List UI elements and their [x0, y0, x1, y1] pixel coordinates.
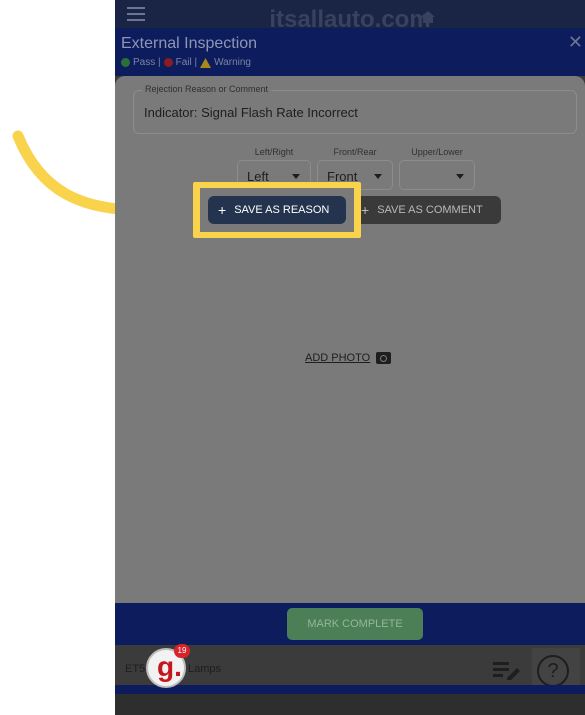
inspection-panel: Rejection Reason or Comment Indicator: S…: [115, 76, 585, 603]
footer-bar: MARK COMPLETE: [115, 603, 585, 645]
left-right-label: Left/Right: [254, 147, 294, 157]
notification-count-badge: 19: [174, 644, 190, 658]
chevron-down-icon: [456, 174, 464, 179]
plus-icon: +: [361, 202, 370, 218]
legend-warning: Warning: [214, 57, 251, 68]
chat-widget[interactable]: g. 19: [146, 644, 190, 688]
home-icon[interactable]: [421, 11, 435, 23]
list-edit-icon[interactable]: [493, 660, 521, 680]
bottom-dark-strip: [115, 694, 585, 715]
mark-complete-button[interactable]: MARK COMPLETE: [287, 608, 423, 640]
camera-icon: [376, 352, 392, 364]
bottom-item-label: Lamps: [188, 663, 222, 675]
upper-lower-select[interactable]: [399, 160, 475, 190]
add-photo-label: ADD PHOTO: [305, 352, 371, 364]
comment-field[interactable]: Rejection Reason or Comment Indicator: S…: [133, 84, 577, 134]
save-as-comment-label: SAVE AS COMMENT: [377, 204, 483, 216]
save-as-comment-button[interactable]: + SAVE AS COMMENT: [353, 196, 501, 224]
help-icon[interactable]: ?: [537, 655, 569, 687]
upper-lower-label: Upper/Lower: [411, 147, 463, 157]
close-icon[interactable]: ✕: [568, 32, 583, 53]
inspection-header: External Inspection Pass | Fail | Warnin…: [115, 28, 585, 76]
legend-pass: Pass |: [133, 57, 161, 68]
comment-field-label: Rejection Reason or Comment: [142, 84, 272, 94]
comment-field-value: Indicator: Signal Flash Rate Incorrect: [144, 105, 358, 120]
front-rear-label: Front/Rear: [333, 147, 377, 157]
screenshot-stage: itsallauto.com External Inspection Pass …: [0, 0, 585, 715]
plus-icon: +: [218, 202, 227, 218]
top-bar: itsallauto.com: [115, 0, 585, 33]
bottom-item-code: ET5: [125, 663, 146, 675]
status-legend: Pass | Fail | Warning: [121, 57, 251, 68]
pass-icon: [121, 58, 130, 67]
page-title: External Inspection: [121, 35, 258, 52]
app-window: itsallauto.com External Inspection Pass …: [115, 0, 585, 715]
warning-icon: [200, 57, 212, 68]
add-photo-link[interactable]: ADD PHOTO: [305, 352, 392, 364]
legend-fail: Fail |: [175, 57, 198, 68]
save-as-reason-label: SAVE AS REASON: [234, 204, 330, 216]
chevron-down-icon: [374, 174, 382, 179]
chevron-down-icon: [292, 174, 300, 179]
save-as-reason-button[interactable]: + SAVE AS REASON: [208, 196, 346, 224]
fail-icon: [163, 58, 173, 67]
